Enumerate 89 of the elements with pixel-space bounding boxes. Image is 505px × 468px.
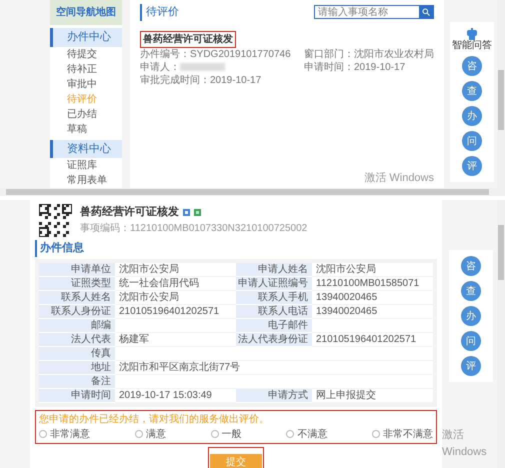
quick-button[interactable]: 咨 [461, 256, 481, 276]
scrollbar[interactable] [497, 200, 505, 468]
label-cell: 联系人姓名 [39, 290, 115, 304]
sidebar-item[interactable]: 草稿 [50, 122, 122, 136]
label-cell: 法人代表身份证 [236, 332, 312, 346]
value-cell: 沈阳市和平区南京北街77号 [115, 360, 433, 374]
quick-button[interactable]: 办 [462, 106, 482, 126]
rating-option[interactable]: 满意 [134, 426, 166, 442]
search-button[interactable] [419, 6, 433, 18]
field-value: SYDG2019101770746 [190, 48, 291, 60]
field-label: 审批完成时间： [140, 74, 210, 86]
section-title: 办件信息 [35, 240, 437, 256]
sidebar-item[interactable]: 待提交 [50, 46, 122, 62]
value-cell: 13940020465 [312, 304, 433, 318]
label-cell: 地址 [39, 360, 115, 374]
field-value: 2019-10-17 [354, 60, 406, 74]
qr-code [39, 204, 72, 237]
value-cell: 网上申报提交 [312, 388, 433, 402]
quick-button[interactable]: 咨 [462, 56, 482, 76]
activation-notice: 激活 Windows [364, 170, 434, 186]
quick-button[interactable]: 查 [462, 81, 482, 101]
sidebar-item[interactable]: 已办结 [50, 106, 122, 122]
quick-button[interactable]: 评 [462, 156, 482, 176]
item-title: 兽药经营许可证核发 [80, 204, 179, 220]
label-cell: 电子邮件 [236, 318, 312, 332]
value-cell: 2019-10-17 15:03:49 [115, 388, 236, 402]
scrollbar[interactable] [0, 188, 505, 196]
rating-prompt: 您申请的办件已经办结，请对我们的服务做出评价。 [39, 412, 270, 426]
label-cell: 申请方式 [236, 388, 312, 402]
robot-icon [465, 28, 479, 40]
square-icon [194, 208, 201, 216]
rating-option[interactable]: 一般 [210, 426, 242, 442]
sidebar-item[interactable]: 待评价 [50, 92, 122, 106]
label-cell: 备注 [39, 374, 115, 388]
radio-button[interactable] [372, 430, 380, 438]
rating-option[interactable]: 不满意 [286, 426, 328, 442]
page-title: 待评价 [140, 4, 179, 20]
rating-option[interactable]: 非常满意 [39, 426, 90, 442]
assistant-button[interactable]: 智能问答 [452, 28, 492, 51]
label-cell: 法人代表 [39, 332, 115, 346]
scrollbar[interactable] [497, 0, 505, 188]
sidebar-section-header[interactable]: 办件中心 [50, 28, 122, 46]
sidebar-item[interactable]: 证照库 [50, 158, 122, 173]
value-cell: 统一社会信用代码 [115, 276, 236, 290]
activation-notice: 激活 Windows [442, 428, 488, 460]
value-cell: 杨建军 [115, 332, 236, 346]
label-cell: 联系人电话 [236, 304, 312, 318]
field-value: 沈阳市农业农村局 [354, 48, 434, 60]
radio-button[interactable] [134, 430, 143, 438]
sidebar-section-header[interactable]: 资料中心 [50, 140, 122, 158]
label-cell: 申请单位 [39, 262, 115, 276]
label-cell: 申请人证照编号 [236, 276, 312, 290]
radio-button[interactable] [286, 430, 294, 438]
quick-button[interactable]: 问 [461, 331, 481, 351]
sidebar-item[interactable]: 待补正 [50, 62, 122, 76]
label-cell: 联系人身份证 [39, 304, 115, 318]
sidebar-item[interactable]: 审批中 [50, 76, 122, 92]
value-cell: 沈阳市公安局 [115, 262, 236, 276]
sidebar-item[interactable]: 常用表单 [50, 173, 122, 188]
value-cell: 210105196401202571 [312, 332, 433, 346]
radio-button[interactable] [210, 430, 218, 438]
value-cell: 沈阳市公安局 [115, 290, 236, 304]
value-cell: 沈阳市公安局 [312, 262, 433, 276]
search-field[interactable]: 请输入事项名称 [314, 5, 434, 20]
quick-button[interactable]: 评 [461, 356, 481, 376]
value-cell: 13940020465 [312, 290, 433, 304]
item-code: 事项编码：11210100MB0107330N3210100725002 [80, 222, 308, 236]
field-label: 办件编号： [140, 48, 190, 60]
map-banner[interactable]: 空间导航地图 [50, 0, 122, 25]
value-cell: 210105196401202571 [115, 304, 236, 318]
quick-button[interactable]: 查 [461, 281, 481, 301]
value-cell: 11210100MB01585071 [312, 276, 433, 290]
field-value: 2019-10-17 [210, 74, 262, 86]
quick-button[interactable]: 问 [462, 131, 482, 151]
field-label: 窗口部门： [304, 48, 354, 60]
label-cell: 申请人姓名 [236, 262, 312, 276]
label-cell: 联系人手机 [236, 290, 312, 304]
square-icon [183, 208, 190, 216]
item-title[interactable]: 兽药经营许可证核发 [140, 30, 236, 48]
quick-button[interactable]: 办 [461, 306, 481, 326]
label-cell: 证照类型 [39, 276, 115, 290]
search-icon [422, 8, 430, 16]
radio-button[interactable] [39, 430, 47, 438]
rating-option[interactable]: 非常不满意 [372, 426, 433, 442]
label-cell: 邮编 [39, 318, 115, 332]
label-cell: 传真 [39, 346, 115, 360]
field-label: 申请人： [140, 60, 180, 74]
label-cell: 申请时间 [39, 388, 115, 402]
field-label: 申请时间： [304, 60, 354, 74]
